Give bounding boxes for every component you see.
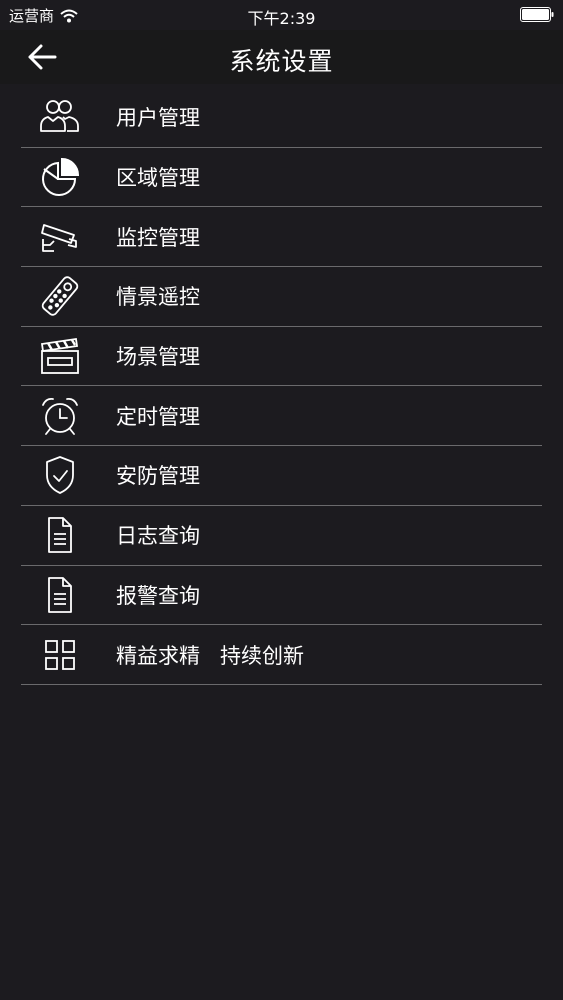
- clapperboard-icon: [37, 333, 83, 379]
- menu-item-scene-management[interactable]: 场景管理: [21, 327, 542, 387]
- menu-item-user-management[interactable]: 用户管理: [21, 88, 542, 148]
- menu-item-monitor-management[interactable]: 监控管理: [21, 207, 542, 268]
- document-icon: [37, 572, 83, 618]
- menu-item-label: 用户管理: [116, 106, 200, 131]
- page-title: 系统设置: [229, 47, 334, 76]
- menu-item-alarm-query[interactable]: 报警查询: [21, 566, 542, 626]
- alarm-clock-icon: [37, 393, 83, 439]
- pie-chart-icon: [37, 154, 83, 200]
- menu-item-area-management[interactable]: 区域管理: [21, 148, 542, 208]
- users-icon: [37, 94, 83, 140]
- menu-item-security-management[interactable]: 安防管理: [21, 446, 542, 506]
- document-icon: [37, 512, 83, 558]
- navigation-bar: 系统设置: [0, 30, 563, 84]
- status-time: 下午2:39: [247, 9, 316, 28]
- menu-item-timer-management[interactable]: 定时管理: [21, 386, 542, 447]
- menu-item-label: 定时管理: [116, 404, 200, 429]
- menu-item-label: 日志查询: [116, 524, 200, 549]
- grid-icon: [37, 632, 83, 678]
- status-bar: 运营商 下午2:39: [0, 0, 563, 30]
- menu-item-label: 报警查询: [116, 583, 200, 608]
- menu-item-label: 监控管理: [116, 225, 200, 250]
- shield-check-icon: [37, 452, 83, 498]
- arrow-left-icon: [28, 44, 57, 70]
- remote-control-icon: [37, 273, 83, 319]
- menu-item-label: 精益求精 持续创新: [116, 643, 305, 668]
- menu-item-label: 情景遥控: [116, 285, 200, 310]
- battery-icon: [520, 7, 554, 22]
- settings-menu-list: 用户管理 区域管理 监控管理 情景遥控 场景管理 定时管理 安防管理 日志查询 …: [21, 88, 542, 685]
- menu-item-label: 区域管理: [116, 166, 200, 191]
- menu-item-slogan[interactable]: 精益求精 持续创新: [21, 625, 542, 685]
- security-camera-icon: [37, 214, 83, 260]
- menu-item-scene-remote[interactable]: 情景遥控: [21, 267, 542, 327]
- menu-item-log-query[interactable]: 日志查询: [21, 506, 542, 566]
- back-button[interactable]: [20, 39, 64, 75]
- menu-item-label: 场景管理: [116, 345, 200, 370]
- menu-item-label: 安防管理: [116, 464, 200, 489]
